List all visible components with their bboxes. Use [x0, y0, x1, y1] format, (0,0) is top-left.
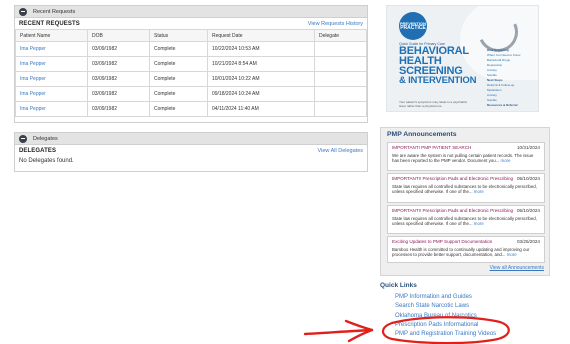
ad-subtext: Your patient's symptoms may relate to a … — [399, 100, 468, 108]
quick-link-bureau-of-narcotics[interactable]: Oklahoma Bureau of Narcotics — [395, 312, 496, 321]
pmp-announcements-panel: PMP Announcements IMPORTANT! PMP PATIENT… — [380, 127, 550, 276]
more-link[interactable]: more — [474, 189, 484, 194]
patient-name-link[interactable]: Ima Pepper — [15, 101, 88, 117]
announcement-item: IMPORTANT!! Prescription Pads and Electr… — [387, 173, 545, 203]
announcement-header: IMPORTANT! PMP PATIENT SEARCH 10/31/2024 — [392, 145, 540, 150]
delegates-panel: Delegates DELEGATES View All Delegates N… — [14, 132, 368, 172]
pmp-announcements-title: PMP Announcements — [387, 131, 457, 138]
collapse-icon[interactable] — [19, 134, 27, 143]
behavioral-health-ad[interactable]: PREVENTION PRACTICE Quick Guide for Prim… — [386, 5, 539, 112]
announcement-header: IMPORTANT!! Prescription Pads and Electr… — [392, 208, 540, 213]
announcement-title[interactable]: IMPORTANT!! Prescription Pads and Electr… — [392, 208, 513, 213]
recent-requests-title: RECENT REQUESTS — [19, 20, 80, 27]
table-header-row: Patient Name DOB Status Request Date Del… — [15, 29, 367, 42]
more-link[interactable]: more — [501, 158, 511, 163]
prevention-practice-logo: PREVENTION PRACTICE — [399, 12, 427, 40]
table-row[interactable]: Ima Pepper 03/09/1982 Complete 04/11/202… — [15, 101, 367, 117]
column-header-request-date[interactable]: Request Date — [207, 29, 315, 42]
status-cell: Complete — [149, 101, 208, 117]
column-header-dob[interactable]: DOB — [87, 29, 150, 42]
column-header-patient-name[interactable]: Patient Name — [15, 29, 88, 42]
announcement-header: IMPORTANT!! Prescription Pads and Electr… — [392, 176, 540, 181]
announcement-title[interactable]: IMPORTANT! PMP PATIENT SEARCH — [392, 145, 471, 150]
announcement-text: State law requires all controlled substa… — [392, 216, 537, 227]
announcement-date: 10/31/2024 — [517, 145, 540, 150]
quick-link-training-videos[interactable]: PMP and Registration Training Videos — [395, 330, 496, 339]
no-delegates-message: No Delegates found. — [19, 158, 74, 164]
table-row[interactable]: Ima Pepper 03/09/1982 Complete 10/01/202… — [15, 71, 367, 87]
view-requests-history-link[interactable]: View Requests History — [308, 21, 363, 27]
dob-cell: 03/09/1982 — [87, 71, 150, 87]
more-link[interactable]: more — [474, 221, 484, 226]
status-cell: Complete — [149, 41, 208, 57]
recent-requests-header[interactable]: Recent Requests — [15, 6, 367, 18]
annotation-arrowhead-icon — [344, 319, 374, 343]
recent-requests-table: Patient Name DOB Status Request Date Del… — [15, 29, 367, 117]
status-cell: Complete — [149, 56, 208, 72]
recent-requests-subheader: RECENT REQUESTS View Requests History — [15, 18, 367, 29]
announcement-body: We are aware the system is not pulling c… — [392, 153, 540, 164]
column-header-delegate[interactable]: Delegate — [314, 29, 367, 42]
view-all-delegates-link[interactable]: View All Delegates — [318, 148, 363, 154]
delegates-subheader: DELEGATES View All Delegates — [15, 145, 367, 156]
announcement-text: State law requires all controlled substa… — [392, 184, 537, 195]
delegate-cell — [314, 86, 367, 102]
status-cell: Complete — [149, 71, 208, 87]
view-all-announcements-link[interactable]: View all Announcements — [490, 265, 544, 271]
more-link[interactable]: more — [507, 252, 517, 257]
delegate-cell — [314, 41, 367, 57]
announcement-text: We are aware the system is not pulling c… — [392, 153, 534, 164]
quick-link-state-narcotic-laws[interactable]: Search State Narcotic Laws — [395, 302, 496, 311]
dob-cell: 03/09/1982 — [87, 101, 150, 117]
announcement-item: IMPORTANT! PMP PATIENT SEARCH 10/31/2024… — [387, 142, 545, 171]
announcement-body: State law requires all controlled substa… — [392, 184, 540, 195]
delegate-cell — [314, 71, 367, 87]
request-date-cell: 09/18/2024 10:24 AM — [207, 86, 315, 102]
announcement-date: 03/25/2024 — [517, 239, 540, 244]
recent-requests-panel: Recent Requests RECENT REQUESTS View Req… — [14, 5, 368, 123]
annotation-arrow-icon — [303, 328, 374, 336]
announcement-header: Exciting Updates to PMP Support Document… — [392, 239, 540, 244]
delegate-cell — [314, 101, 367, 117]
announcement-item: Exciting Updates to PMP Support Document… — [387, 236, 545, 263]
announcement-body: Bamboo Health is committed to continuall… — [392, 247, 540, 258]
dob-cell: 03/09/1982 — [87, 41, 150, 57]
delegates-title: DELEGATES — [19, 147, 57, 154]
ad-headline-line: & INTERVENTION — [399, 75, 477, 86]
announcement-date: 05/10/2024 — [517, 208, 540, 213]
ad-side-list: Risk Screening When You Need to Know Beh… — [487, 48, 535, 108]
request-date-cell: 10/22/2024 10:53 AM — [207, 41, 315, 57]
announcement-body: State law requires all controlled substa… — [392, 216, 540, 227]
quick-links-list: PMP Information and Guides Search State … — [395, 293, 496, 339]
quick-links-title: Quick Links — [380, 282, 417, 289]
request-date-cell: 10/21/2024 8:54 AM — [207, 56, 315, 72]
request-date-cell: 10/01/2024 10:22 AM — [207, 71, 315, 87]
panel-header-title: Delegates — [33, 135, 58, 142]
ad-side-item: Resources & Referral — [487, 103, 518, 107]
announcement-item: IMPORTANT!! Prescription Pads and Electr… — [387, 205, 545, 234]
delegate-cell — [314, 56, 367, 72]
dob-cell: 03/09/1982 — [87, 56, 150, 72]
announcement-title[interactable]: IMPORTANT!! Prescription Pads and Electr… — [392, 176, 513, 181]
patient-name-link[interactable]: Ima Pepper — [15, 56, 88, 72]
quick-link-pmp-information[interactable]: PMP Information and Guides — [395, 293, 496, 302]
delegates-header[interactable]: Delegates — [15, 133, 367, 145]
badge-line-2: PRACTICE — [400, 24, 426, 31]
ad-headline: BEHAVIORAL HEALTH SCREENING & INTERVENTI… — [399, 46, 476, 86]
dob-cell: 03/09/1982 — [87, 86, 150, 102]
request-date-cell: 04/11/2024 11:40 AM — [207, 101, 315, 117]
quick-link-prescription-pads[interactable]: Prescription Pads Informational — [395, 321, 496, 330]
column-header-status[interactable]: Status — [149, 29, 208, 42]
patient-name-link[interactable]: Ima Pepper — [15, 86, 88, 102]
announcement-date: 05/10/2024 — [517, 176, 540, 181]
table-row[interactable]: Ima Pepper 03/09/1982 Complete 10/22/202… — [15, 41, 367, 57]
table-row[interactable]: Ima Pepper 03/09/1982 Complete 10/21/202… — [15, 56, 367, 72]
patient-name-link[interactable]: Ima Pepper — [15, 71, 88, 87]
table-row[interactable]: Ima Pepper 03/09/1982 Complete 09/18/202… — [15, 86, 367, 102]
panel-header-title: Recent Requests — [33, 8, 76, 15]
status-cell: Complete — [149, 86, 208, 102]
collapse-icon[interactable] — [19, 7, 27, 16]
announcement-title[interactable]: Exciting Updates to PMP Support Document… — [392, 239, 492, 244]
patient-name-link[interactable]: Ima Pepper — [15, 41, 88, 57]
